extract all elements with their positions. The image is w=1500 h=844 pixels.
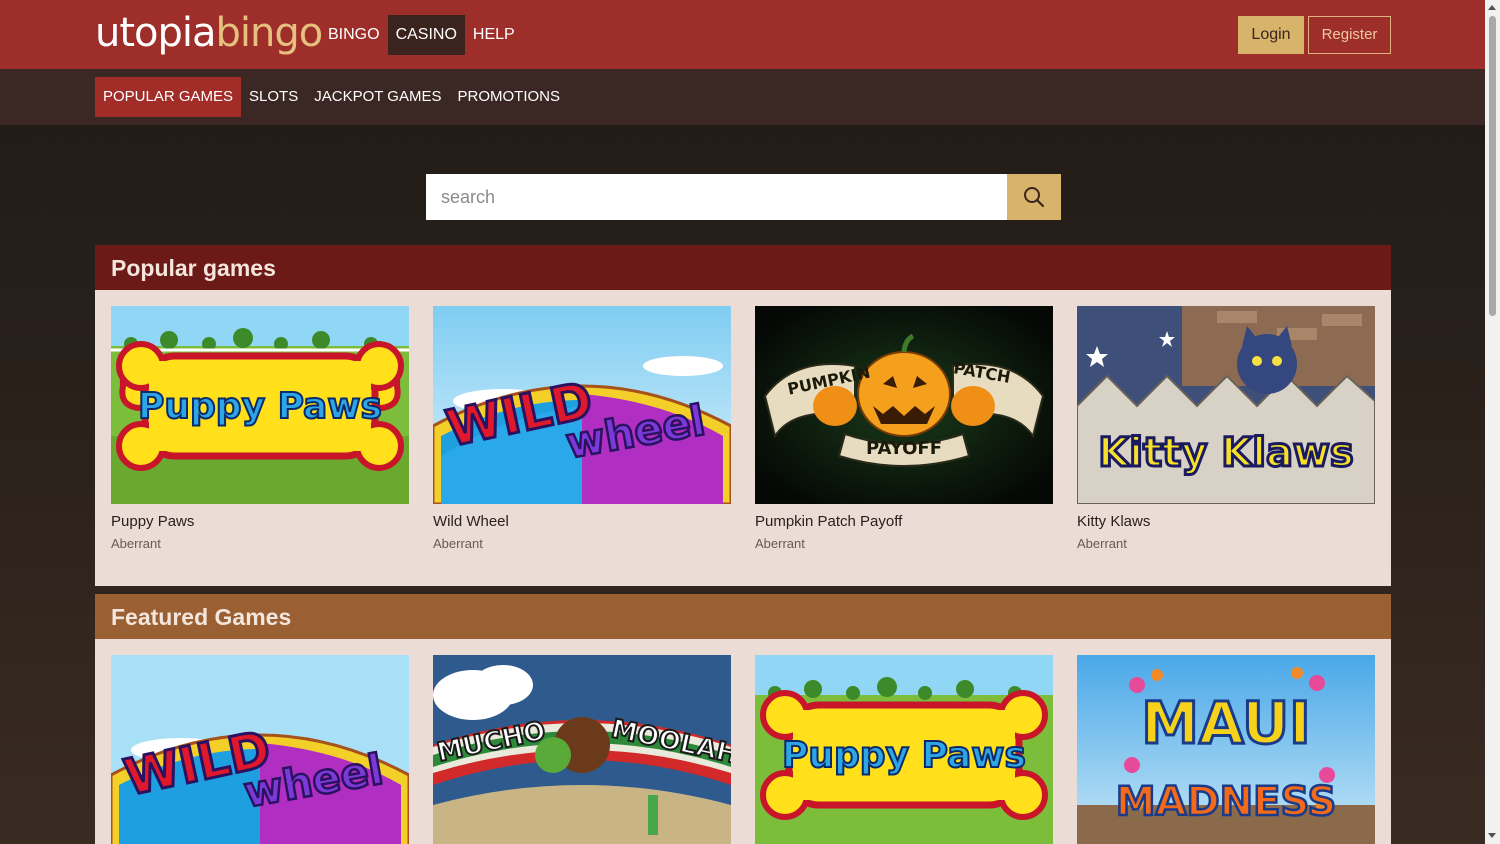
game-card[interactable]: Kitty Klaws Kitty Klaws Aberrant xyxy=(1077,306,1375,551)
game-thumbnail[interactable]: MUCHO MOOLAH xyxy=(433,655,731,844)
scroll-up-arrow-icon[interactable] xyxy=(1488,5,1496,10)
login-button[interactable]: Login xyxy=(1238,16,1304,54)
site-logo[interactable]: utopiabingo xyxy=(95,10,324,56)
popular-games-section: Popular games Puppy Paws Puppy Paws Aber… xyxy=(95,245,1391,586)
main-nav-bingo[interactable]: BINGO xyxy=(320,15,388,55)
logo-part-bingo: bingo xyxy=(215,10,324,56)
sub-nav-bar: POPULAR GAMES SLOTS JACKPOT GAMES PROMOT… xyxy=(0,69,1485,125)
main-nav: BINGO CASINO HELP xyxy=(320,15,523,55)
game-title[interactable]: Kitty Klaws xyxy=(1077,513,1375,530)
section-title: Featured Games xyxy=(95,594,1391,639)
game-card[interactable]: Puppy Paws Puppy Paws Aberrant xyxy=(111,306,409,551)
game-thumbnail[interactable]: Puppy Paws xyxy=(111,306,409,504)
game-provider: Aberrant xyxy=(1077,536,1127,551)
page-scrollbar[interactable] xyxy=(1485,0,1500,844)
sub-nav-slots[interactable]: SLOTS xyxy=(241,77,306,117)
sub-nav-jackpot-games[interactable]: JACKPOT GAMES xyxy=(306,77,449,117)
game-provider: Aberrant xyxy=(111,536,161,551)
game-art-text: Puppy Paws xyxy=(782,735,1026,776)
game-thumbnail[interactable]: MAUI MADNESS xyxy=(1077,655,1375,844)
game-card[interactable]: MUCHO MOOLAH xyxy=(433,655,731,844)
game-card[interactable]: WILD wheel Wild Wheel Aberrant xyxy=(433,306,731,551)
game-art-text: Kitty Klaws xyxy=(1098,430,1353,476)
scrollbar-thumb[interactable] xyxy=(1489,16,1496,316)
game-provider: Aberrant xyxy=(433,536,483,551)
logo-part-utopia: utopia xyxy=(95,10,217,56)
main-nav-casino[interactable]: CASINO xyxy=(387,15,465,55)
game-art-text: Puppy Paws xyxy=(138,386,382,427)
game-card[interactable]: PUMPKIN PATCH PAYOFF Pumpkin Patch Payof… xyxy=(755,306,1053,551)
game-art-text: PAYOFF xyxy=(866,438,942,459)
sub-nav-popular-games[interactable]: POPULAR GAMES xyxy=(95,77,242,117)
search-button[interactable] xyxy=(1007,174,1061,220)
game-card[interactable]: MAUI MADNESS xyxy=(1077,655,1375,844)
game-thumbnail[interactable]: WILD wheel xyxy=(111,655,409,844)
game-art-text: MAUI xyxy=(1141,689,1311,757)
game-thumbnail[interactable]: WILD wheel xyxy=(433,306,731,504)
game-grid: Puppy Paws Puppy Paws Aberrant WILD whee… xyxy=(95,290,1391,586)
game-grid: WILD wheel MUCHO MOOLAH Puppy Paws MAUI … xyxy=(95,639,1391,844)
game-card[interactable]: WILD wheel xyxy=(111,655,409,844)
game-card[interactable]: Puppy Paws xyxy=(755,655,1053,844)
section-title: Popular games xyxy=(95,245,1391,290)
game-art-text: MADNESS xyxy=(1116,779,1337,825)
game-thumbnail[interactable]: PUMPKIN PATCH PAYOFF xyxy=(755,306,1053,504)
game-thumbnail[interactable]: Puppy Paws xyxy=(755,655,1053,844)
game-thumbnail[interactable]: Kitty Klaws xyxy=(1077,306,1375,504)
game-title[interactable]: Pumpkin Patch Payoff xyxy=(755,513,1053,530)
search-icon xyxy=(1024,187,1045,208)
top-bar: utopiabingo BINGO CASINO HELP Login Regi… xyxy=(0,0,1485,69)
game-title[interactable]: Puppy Paws xyxy=(111,513,409,530)
search-input[interactable] xyxy=(426,174,1007,220)
scroll-down-arrow-icon[interactable] xyxy=(1488,833,1496,838)
main-nav-help[interactable]: HELP xyxy=(465,15,523,55)
featured-games-section: Featured Games WILD wheel MUCHO MOOLAH P… xyxy=(95,594,1391,844)
sub-nav: POPULAR GAMES SLOTS JACKPOT GAMES PROMOT… xyxy=(95,77,568,117)
game-provider: Aberrant xyxy=(755,536,805,551)
register-button[interactable]: Register xyxy=(1308,16,1391,54)
game-title[interactable]: Wild Wheel xyxy=(433,513,731,530)
sub-nav-promotions[interactable]: PROMOTIONS xyxy=(450,77,569,117)
